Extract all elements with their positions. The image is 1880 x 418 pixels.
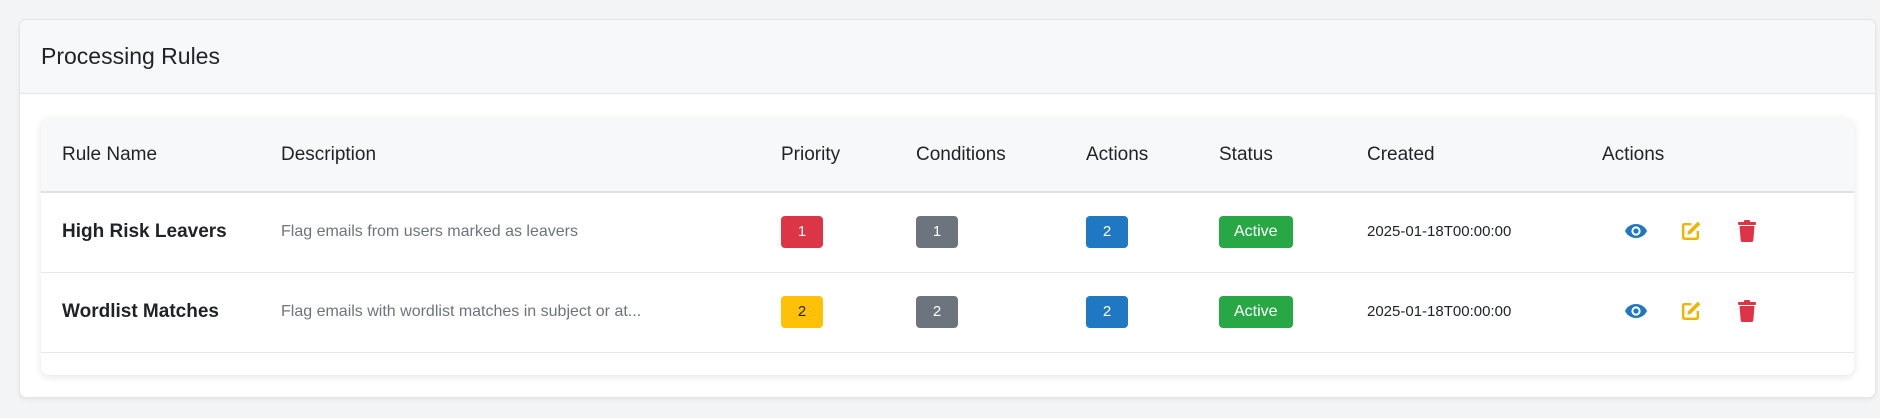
row-actions [1602,272,1854,352]
column-header-priority: Priority [781,143,841,165]
card-header: Processing Rules [20,20,1875,94]
table-row: Wordlist Matches Flag emails with wordli… [41,272,1854,352]
column-header-actions-count: Actions [1086,143,1149,165]
rule-name: High Risk Leavers [62,221,227,243]
actions-count-badge: 2 [1086,296,1128,328]
column-header-created: Created [1367,143,1435,165]
rule-description: Flag emails with wordlist matches in sub… [281,303,642,320]
rule-name: Wordlist Matches [62,301,219,322]
row-actions [1602,192,1854,272]
table-row: High Risk Leavers Flag emails from users… [41,192,1854,272]
eye-icon[interactable] [1622,217,1650,245]
edit-icon[interactable] [1677,217,1705,245]
trash-icon[interactable] [1733,217,1761,245]
rules-table-container: Rule Name Description Priority Condition… [41,118,1854,375]
processing-rules-card: Processing Rules Rule Name Description P… [19,19,1876,398]
status-badge: Active [1219,296,1293,328]
priority-badge: 2 [781,296,823,328]
priority-badge: 1 [781,216,823,249]
status-badge: Active [1219,216,1293,249]
created-date: 2025-01-18T00:00:00 [1367,303,1512,320]
trash-icon[interactable] [1733,297,1761,325]
column-header-description: Description [281,143,377,165]
column-header-actions: Actions [1602,143,1665,165]
conditions-badge: 1 [916,216,958,249]
column-header-conditions: Conditions [916,143,1006,165]
conditions-badge: 2 [916,296,958,328]
actions-count-badge: 2 [1086,216,1128,249]
eye-icon[interactable] [1622,297,1650,325]
table-header-row: Rule Name Description Priority Condition… [41,118,1854,192]
column-header-status: Status [1219,143,1273,165]
created-date: 2025-01-18T00:00:00 [1367,223,1512,241]
card-title: Processing Rules [41,43,220,69]
edit-icon[interactable] [1677,297,1705,325]
column-header-rule-name: Rule Name [62,143,158,165]
rule-description: Flag emails from users marked as leavers [281,223,578,241]
rules-table: Rule Name Description Priority Condition… [41,118,1854,353]
